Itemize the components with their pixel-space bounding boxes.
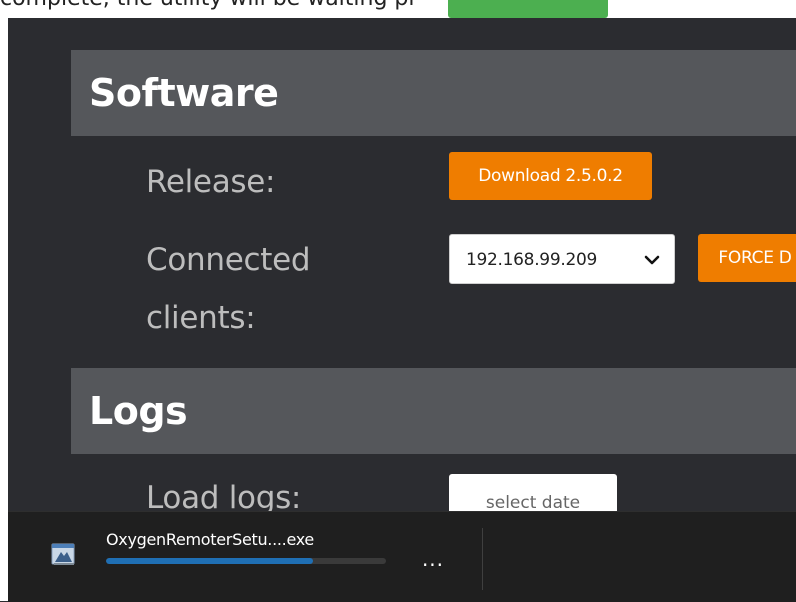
force-disconnect-button[interactable]: FORCE D [698, 234, 796, 282]
connected-clients-select-value: 192.168.99.209 [466, 250, 597, 270]
left-edge-strip [0, 18, 8, 601]
download-bar-divider [482, 528, 483, 590]
load-logs-label: Load logs: [146, 480, 302, 511]
download-file-name[interactable]: OxygenRemoterSetu....exe [106, 530, 314, 549]
logs-section-title: Logs [89, 389, 188, 433]
settings-content: Software Release: Download 2.5.0.2 Conne… [8, 18, 796, 511]
software-section-header: Software [71, 50, 796, 136]
download-bar: OxygenRemoterSetu....exe ... [8, 511, 796, 602]
select-date-button[interactable]: select date [449, 474, 617, 511]
more-options-button[interactable]: ... [416, 544, 450, 574]
software-section-title: Software [89, 71, 279, 115]
chevron-down-icon [644, 255, 660, 265]
connected-clients-select[interactable]: 192.168.99.209 [449, 234, 675, 284]
download-progress-bar [106, 558, 386, 564]
connected-clients-label-line2: clients: [146, 300, 256, 336]
connected-clients-label-line1: Connected [146, 242, 311, 278]
green-action-button[interactable] [448, 0, 608, 18]
download-release-button[interactable]: Download 2.5.0.2 [449, 152, 652, 200]
release-label: Release: [146, 164, 276, 200]
installer-file-icon [51, 543, 75, 565]
download-progress-fill [106, 558, 314, 564]
logs-section-header: Logs [71, 368, 796, 454]
top-partial-text: complete, the utility will be waiting pi [0, 0, 415, 11]
top-partial-strip: complete, the utility will be waiting pi [0, 0, 796, 18]
